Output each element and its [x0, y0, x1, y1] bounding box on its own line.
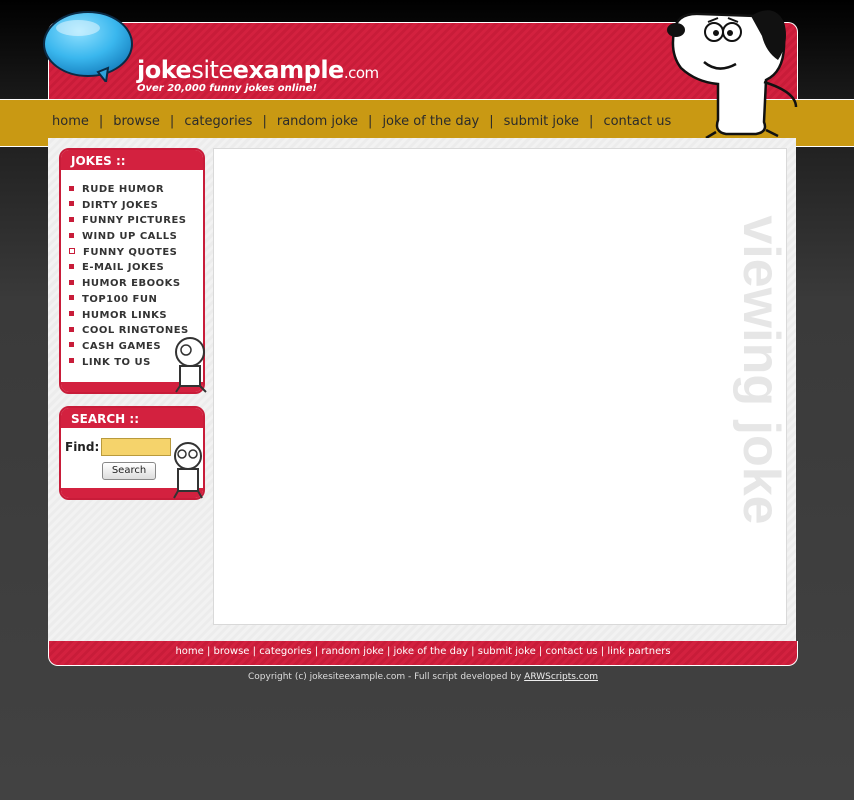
nav-random-joke[interactable]: random joke: [277, 114, 358, 129]
footer-link-contact-us[interactable]: contact us: [545, 646, 597, 657]
footer-link-categories[interactable]: categories: [259, 646, 311, 657]
nav-separator: |: [98, 114, 104, 129]
category-wind-up-calls[interactable]: WIND UP CALLS: [69, 229, 203, 245]
search-box-title: SEARCH ::: [61, 408, 203, 428]
logo-word-site: site: [191, 56, 233, 84]
footer-link-submit-joke[interactable]: submit joke: [478, 646, 536, 657]
copyright-text: Copyright (c) jokesiteexample.com - Full…: [247, 672, 525, 682]
category-rude-humor[interactable]: RUDE HUMOR: [69, 182, 203, 198]
nav-submit-joke[interactable]: submit joke: [504, 114, 579, 129]
jokes-menu-title: JOKES ::: [61, 150, 203, 170]
cartoon-character-icon: [175, 337, 207, 393]
logo-word-joke: joke: [137, 56, 192, 84]
bullet-icon: [69, 185, 74, 191]
footer-link-random-joke[interactable]: random joke: [321, 646, 383, 657]
category-email-jokes[interactable]: E-MAIL JOKES: [69, 260, 203, 276]
bullet-icon: [69, 247, 75, 254]
category-top100-fun[interactable]: TOP100 FUN: [69, 292, 203, 308]
bullet-icon: [69, 216, 74, 222]
search-input[interactable]: [101, 438, 171, 456]
category-funny-quotes[interactable]: FUNNY QUOTES: [69, 245, 203, 261]
bullet-icon: [69, 295, 74, 301]
bullet-icon: [69, 279, 74, 285]
joke-content-panel: [213, 148, 787, 625]
bullet-icon: [69, 326, 74, 332]
nav-separator: |: [262, 114, 267, 129]
find-label: Find:: [65, 440, 100, 454]
nav-separator: |: [589, 114, 594, 129]
cartoon-character-icon: [173, 442, 203, 499]
nav-home[interactable]: home: [52, 114, 89, 129]
nav-joke-of-the-day[interactable]: joke of the day: [382, 114, 479, 129]
copyright-notice: Copyright (c) jokesiteexample.com - Full…: [48, 672, 798, 682]
category-funny-pictures[interactable]: FUNNY PICTURES: [69, 213, 203, 229]
cartoon-dog-mascot-icon: [667, 10, 798, 140]
footer-link-joke-of-the-day[interactable]: joke of the day: [394, 646, 468, 657]
viewing-joke-watermark: viewing joke: [732, 215, 790, 525]
main-nav: home | browse | categories | random joke…: [52, 114, 671, 129]
bullet-icon: [69, 263, 74, 269]
logo-word-example: example: [232, 56, 345, 84]
logo-word-com: .com: [343, 64, 379, 82]
nav-categories[interactable]: categories: [184, 114, 252, 129]
category-dirty-jokes[interactable]: DIRTY JOKES: [69, 198, 203, 214]
footer-nav: home | browse | categories | random joke…: [175, 646, 671, 657]
footer-link-browse[interactable]: browse: [214, 646, 250, 657]
footer-link-link-partners[interactable]: link partners: [607, 646, 670, 657]
speech-bubble-logo-icon: [43, 11, 133, 82]
search-button[interactable]: Search: [102, 462, 156, 480]
bullet-icon: [69, 358, 74, 364]
bullet-icon: [69, 232, 74, 238]
nav-separator: |: [368, 114, 373, 129]
category-humor-links[interactable]: HUMOR LINKS: [69, 308, 203, 324]
nav-separator: |: [169, 114, 175, 129]
nav-separator: |: [489, 114, 494, 129]
footer-link-home[interactable]: home: [175, 646, 203, 657]
bullet-icon: [69, 342, 74, 348]
category-humor-ebooks[interactable]: HUMOR EBOOKS: [69, 276, 203, 292]
nav-browse[interactable]: browse: [113, 114, 160, 129]
bullet-icon: [69, 201, 74, 207]
bullet-icon: [69, 311, 74, 316]
site-logo-text[interactable]: jokesiteexample.com: [137, 56, 379, 84]
tagline: Over 20,000 funny jokes online!: [137, 83, 318, 94]
arwscripts-link[interactable]: ARWScripts.com: [524, 672, 598, 682]
